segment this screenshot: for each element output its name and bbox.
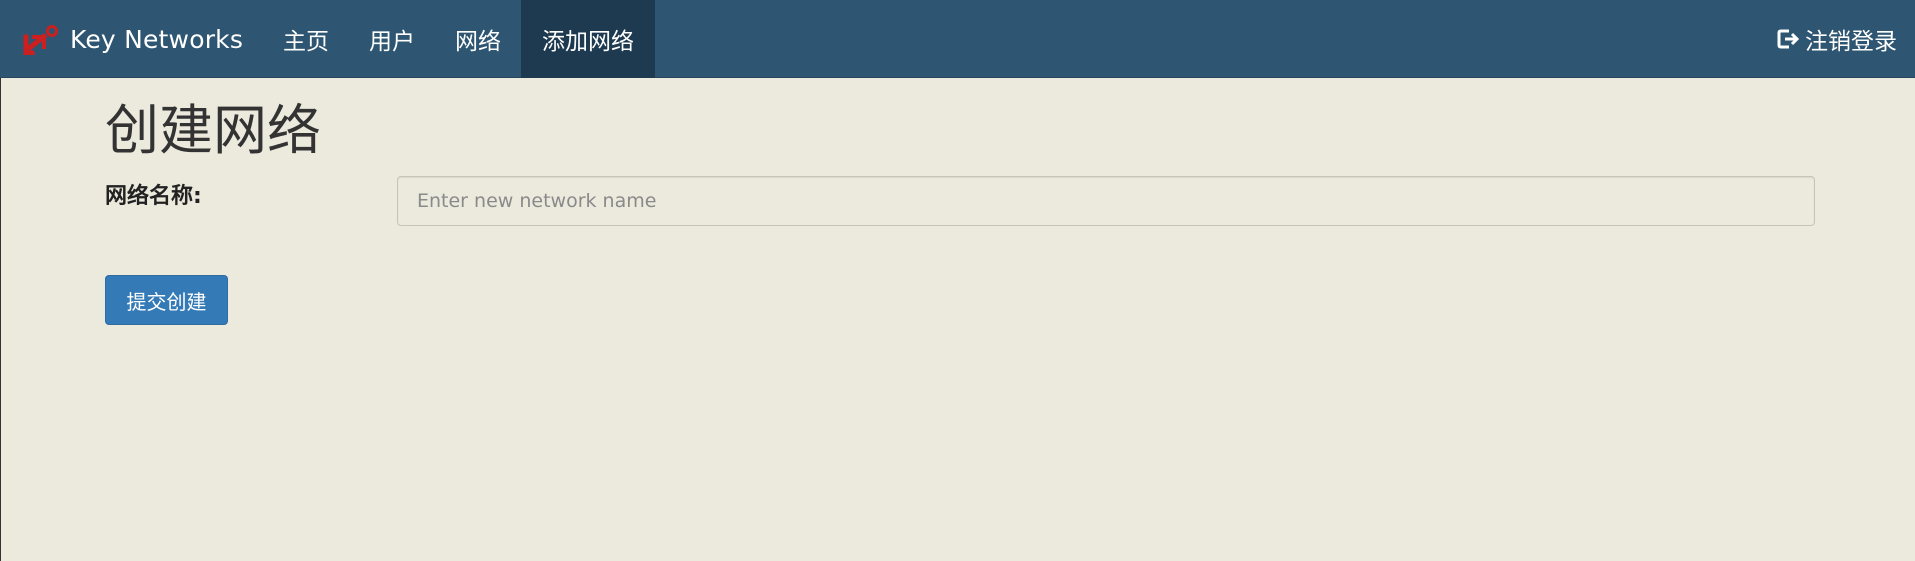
page-title: 创建网络 [105,99,321,162]
window-left-border [0,0,1,561]
main-nav: 主页 用户 网络 添加网络 [263,0,655,78]
top-navbar: Key Networks 主页 用户 网络 添加网络 注销登录 [0,0,1915,78]
network-name-label: 网络名称: [105,184,202,209]
submit-create-button[interactable]: 提交创建 [105,275,228,325]
nav-item-users[interactable]: 用户 [349,0,435,78]
nav-item-networks[interactable]: 网络 [435,0,521,78]
brand-name: Key Networks [70,24,244,54]
main-content: 创建网络 网络名称: 提交创建 [105,78,1815,400]
brand-link[interactable]: Key Networks [22,0,243,78]
key-network-logo-icon [22,23,60,55]
network-name-input[interactable] [397,176,1815,226]
nav-item-home[interactable]: 主页 [263,0,349,78]
logout-link[interactable]: 注销登录 [1775,0,1897,78]
network-name-row: 网络名称: [105,176,1815,238]
logout-icon [1775,26,1801,52]
nav-item-add-network[interactable]: 添加网络 [521,0,655,78]
logout-label: 注销登录 [1805,29,1897,55]
